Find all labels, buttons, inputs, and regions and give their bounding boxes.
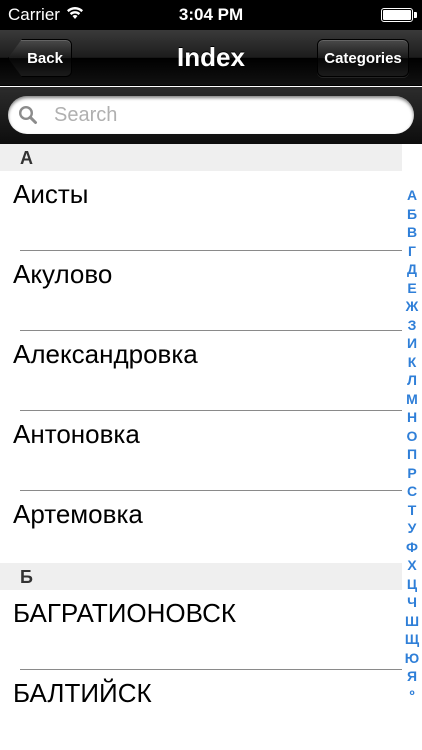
list-item[interactable]: Александровка [0,331,402,411]
index-letter[interactable]: К [408,353,417,372]
index-letter[interactable]: Д [407,260,417,279]
section-header-b: Б [0,563,402,590]
list-item[interactable]: БАГРАТИОНОВСК [0,590,402,670]
list-item[interactable]: Артемовка [0,491,402,563]
index-letter[interactable]: Е [407,279,416,298]
status-bar: Carrier 3:04 PM [0,0,422,30]
navigation-bar: Back Index Categories [0,30,422,86]
list-item[interactable]: БАЛТИЙСК [0,670,402,750]
index-letter[interactable]: Ч [407,593,417,612]
index-letter[interactable]: С [407,482,417,501]
list-item[interactable]: Антоновка [0,411,402,491]
index-letter[interactable]: Х [407,556,416,575]
index-letter[interactable]: Ж [406,297,419,316]
index-letter[interactable]: Я [407,667,417,686]
index-letter[interactable]: Н [407,408,417,427]
index-letter[interactable]: Л [407,371,417,390]
battery-tip [414,12,417,18]
index-letter[interactable]: М [406,390,418,409]
index-letter[interactable]: З [408,316,417,335]
index-letter[interactable]: Т [408,501,417,520]
index-letter[interactable]: И [407,334,417,353]
index-letter[interactable]: О [407,427,418,446]
index-letter[interactable]: Г [408,242,416,261]
index-letter[interactable]: П [407,445,417,464]
search-icon [18,105,37,124]
index-letter[interactable]: Ц [407,575,417,594]
categories-button[interactable]: Categories [317,39,409,77]
list-item[interactable]: Аисты [0,171,402,251]
index-letter[interactable]: Ю [405,649,419,668]
index-list: А Аисты Акулово Александровка Антоновка … [0,144,402,750]
status-time: 3:04 PM [178,5,244,24]
index-letter[interactable]: Щ [405,630,419,649]
section-header-a: А [0,144,402,171]
index-letter[interactable]: Ш [405,612,419,631]
index-letter[interactable]: У [408,519,417,538]
list-item[interactable]: Акулово [0,251,402,331]
index-letter[interactable]: Р [407,464,416,483]
index-letter[interactable]: Ф [406,538,418,557]
section-index-bar[interactable]: АБВГДЕЖЗИКЛМНОПРСТУФХЦЧШЩЮЯº [402,186,422,711]
index-letter[interactable]: Б [407,205,417,224]
index-letter[interactable]: А [407,186,417,205]
search-bar [0,87,422,144]
battery-icon [381,8,413,22]
search-field[interactable] [8,96,414,134]
index-letter[interactable]: В [407,223,417,242]
search-input[interactable] [54,101,394,129]
index-letter[interactable]: º [409,686,414,705]
